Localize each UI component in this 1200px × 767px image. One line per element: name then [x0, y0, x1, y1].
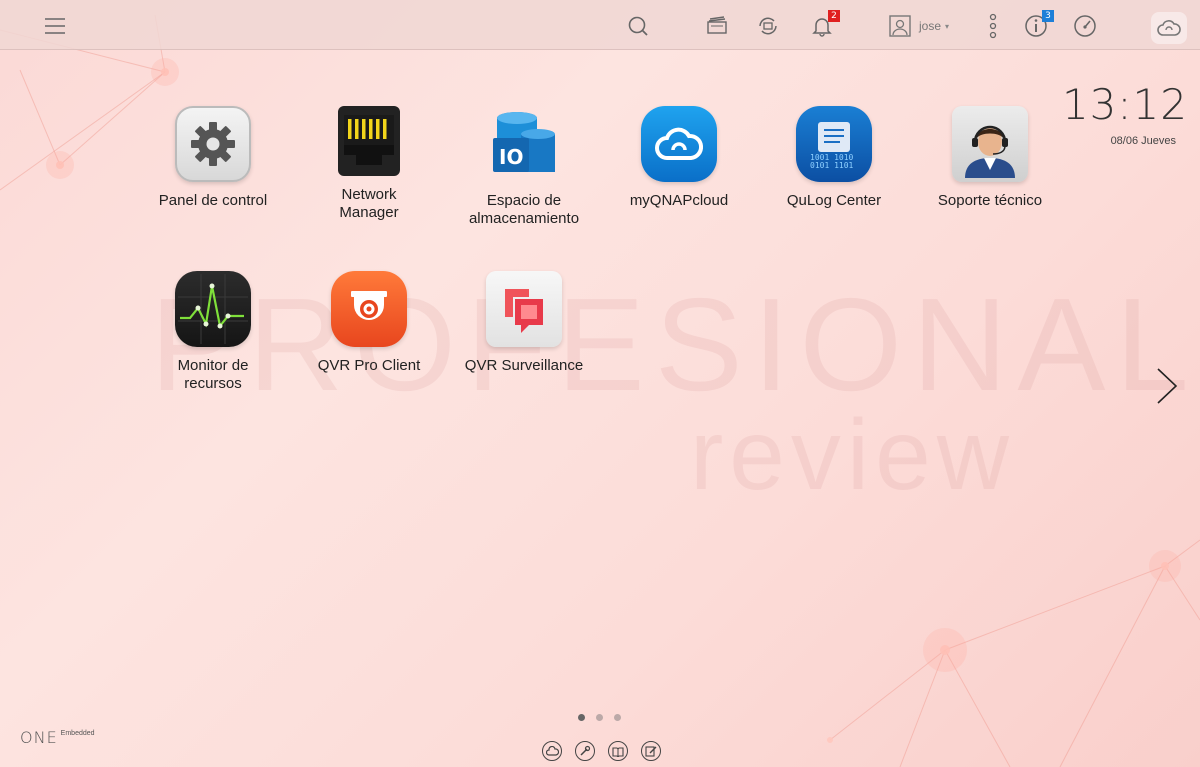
brand-sub: Embedded	[60, 730, 95, 737]
page-indicator	[578, 714, 621, 721]
app-soporte-tecnico[interactable]: Soporte técnico	[920, 106, 1060, 210]
cloud-icon	[641, 106, 717, 182]
background-tasks-button[interactable]	[704, 13, 730, 39]
brand-logo: ONE Embedded	[20, 728, 95, 747]
svg-text:IO: IO	[499, 145, 523, 169]
app-label: Soporte técnico	[937, 192, 1043, 209]
main-menu-button[interactable]	[42, 13, 68, 39]
tools-shortcut[interactable]	[575, 741, 595, 761]
security-camera-icon	[331, 271, 407, 347]
page-dot-2[interactable]	[596, 714, 603, 721]
tools-icon	[580, 745, 591, 756]
chevron-right-icon	[1157, 368, 1178, 404]
clock-widget: 13:12 08/06 Jueves	[1058, 80, 1188, 147]
more-options-button[interactable]	[980, 13, 1006, 39]
app-label: QVR Pro Client	[317, 357, 421, 374]
clock-time: 13:12	[1061, 80, 1188, 129]
chevron-down-icon: ▾	[945, 21, 950, 31]
external-device-button[interactable]	[755, 13, 781, 39]
resource-monitor-graph-icon	[175, 271, 251, 347]
log-binary-icon: 1001 1010 0101 1101	[796, 106, 872, 182]
system-info-button[interactable]: 3	[1023, 10, 1054, 39]
manual-shortcut[interactable]	[608, 741, 628, 761]
search-icon	[628, 16, 648, 36]
app-qvr-pro-client[interactable]: QVR Pro Client	[299, 271, 439, 375]
app-network-manager[interactable]: Network Manager	[299, 106, 439, 222]
background-tasks-icon	[707, 16, 727, 34]
search-button[interactable]	[625, 13, 651, 39]
app-espacio-de-almacenamiento[interactable]: IO Espacio de almacenamiento	[454, 106, 594, 228]
app-label: Monitor de recursos	[177, 357, 249, 392]
user-avatar-icon	[889, 15, 911, 37]
app-myqnapcloud[interactable]: myQNAPcloud	[609, 106, 749, 210]
support-agent-icon	[952, 106, 1028, 182]
app-label: myQNAPcloud	[629, 192, 729, 209]
svg-text:0101 1101: 0101 1101	[810, 161, 854, 170]
feedback-edit-icon	[645, 746, 657, 757]
surveillance-logo-icon	[486, 271, 562, 347]
myqnapcloud-shortcut[interactable]	[542, 741, 562, 761]
page-dot-3[interactable]	[614, 714, 621, 721]
hamburger-menu-icon	[45, 18, 65, 34]
app-label: Espacio de almacenamiento	[468, 192, 580, 227]
external-device-sync-icon	[759, 17, 777, 35]
vertical-dots-icon	[989, 13, 997, 39]
notifications-badge: 2	[828, 10, 840, 22]
dashboard-button[interactable]	[1072, 13, 1098, 39]
watermark: PROFESIONAL review	[150, 271, 1199, 511]
myqnapcloud-icon	[545, 746, 559, 756]
feedback-shortcut[interactable]	[641, 741, 661, 761]
app-qulog-center[interactable]: 1001 1010 0101 1101 QuLog Center	[764, 106, 904, 210]
app-label: QVR Surveillance	[464, 357, 584, 374]
top-bar: 2 jose ▾ 3	[0, 0, 1200, 50]
network-port-icon	[338, 106, 400, 176]
storage-database-icon: IO	[486, 106, 562, 182]
clock-date: 08/06 Jueves	[1110, 135, 1176, 147]
watermark-line2: review	[690, 399, 1015, 511]
info-badge: 3	[1042, 10, 1054, 22]
myqnapcloud-button[interactable]	[1151, 12, 1187, 44]
app-label: QuLog Center	[786, 192, 882, 209]
notifications-button[interactable]: 2	[809, 10, 840, 39]
user-name: jose	[919, 19, 942, 33]
dashboard-gauge-icon	[1074, 15, 1096, 37]
bottom-toolbar	[542, 741, 661, 761]
next-page-button[interactable]	[1152, 366, 1180, 406]
gear-icon	[175, 106, 251, 182]
page-dot-1[interactable]	[578, 714, 585, 721]
watermark-line1: PROFESIONAL	[150, 271, 1199, 418]
app-label: Network Manager	[339, 186, 399, 221]
cloud-icon	[1157, 20, 1181, 36]
manual-book-icon	[612, 746, 624, 757]
app-panel-de-control[interactable]: Panel de control	[143, 106, 283, 210]
app-label: Panel de control	[158, 192, 268, 209]
brand-name: ONE	[20, 728, 58, 747]
user-menu-button[interactable]: jose ▾	[889, 13, 965, 39]
app-qvr-surveillance[interactable]: QVR Surveillance	[454, 271, 594, 375]
app-monitor-de-recursos[interactable]: Monitor de recursos	[143, 271, 283, 393]
